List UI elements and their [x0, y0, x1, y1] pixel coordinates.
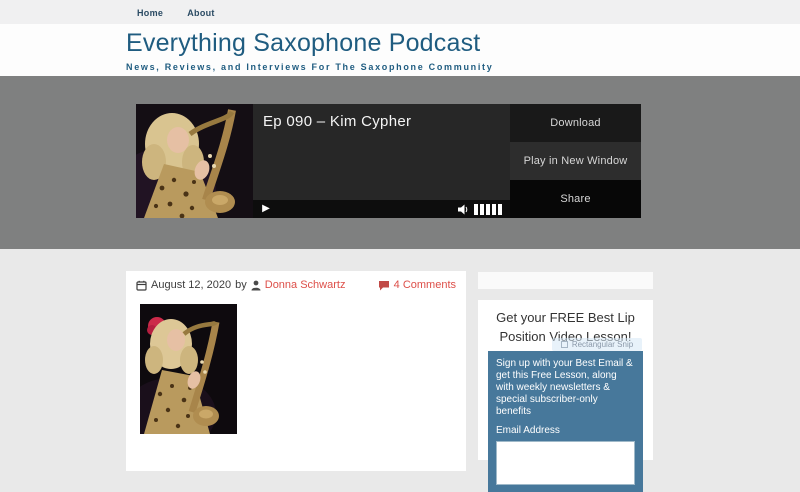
- episode-thumbnail-image: [136, 104, 253, 218]
- person-icon: [251, 280, 261, 291]
- optin-form: Sign up with your Best Email & get this …: [488, 351, 643, 492]
- optin-description: Sign up with your Best Email & get this …: [496, 358, 635, 418]
- post-by-text: by: [235, 279, 247, 291]
- share-button[interactable]: Share: [510, 180, 641, 218]
- play-button[interactable]: ▶: [259, 204, 273, 214]
- play-in-new-window-button[interactable]: Play in New Window: [510, 142, 641, 180]
- volume-bar: [492, 204, 496, 215]
- site-title[interactable]: Everything Saxophone Podcast: [126, 29, 800, 58]
- email-input[interactable]: [496, 441, 635, 485]
- volume-bar: [474, 204, 478, 215]
- post-meta-row: August 12, 2020 by Donna Schwartz 4 Comm…: [126, 271, 466, 291]
- player-action-buttons: Download Play in New Window Share: [510, 104, 641, 218]
- hero-banner: Ep 090 – Kim Cypher ▶ Download Pla: [0, 76, 800, 249]
- player-center-panel: Ep 090 – Kim Cypher ▶: [253, 104, 510, 218]
- main-nav: Home About: [137, 3, 215, 21]
- post-meta-comments: 4 Comments: [378, 279, 456, 291]
- comments-link[interactable]: 4 Comments: [394, 279, 456, 291]
- post-date: August 12, 2020: [151, 279, 231, 291]
- volume-control[interactable]: [458, 204, 502, 215]
- speaker-icon: [458, 204, 469, 215]
- download-button[interactable]: Download: [510, 104, 641, 142]
- optin-card: Get your FREE Best Lip Position Video Le…: [478, 300, 653, 460]
- post-featured-image: [140, 304, 237, 434]
- optin-heading: Get your FREE Best Lip Position Video Le…: [491, 309, 640, 347]
- volume-bar: [498, 204, 502, 215]
- sidebar-widget-placeholder: [478, 272, 653, 289]
- episode-title: Ep 090 – Kim Cypher: [253, 104, 510, 130]
- post-card: August 12, 2020 by Donna Schwartz 4 Comm…: [126, 271, 466, 471]
- podcast-player: Ep 090 – Kim Cypher ▶ Download Pla: [136, 104, 641, 218]
- nav-link-about[interactable]: About: [187, 8, 215, 18]
- calendar-icon: [136, 280, 147, 291]
- author-link[interactable]: Donna Schwartz: [265, 279, 346, 291]
- nav-item-home[interactable]: Home: [137, 3, 163, 21]
- site-tagline: News, Reviews, and Interviews For The Sa…: [126, 62, 800, 72]
- post-meta-left: August 12, 2020 by Donna Schwartz: [136, 279, 345, 291]
- volume-bar: [480, 204, 484, 215]
- volume-bar: [486, 204, 490, 215]
- saxophonist-photo-small: [136, 104, 253, 218]
- nav-link-home[interactable]: Home: [137, 8, 163, 18]
- player-controls: ▶: [253, 200, 510, 218]
- site-header: Everything Saxophone Podcast News, Revie…: [0, 24, 800, 76]
- speech-bubble-icon: [378, 280, 390, 291]
- top-nav-bar: Home About: [0, 0, 800, 24]
- nav-item-about[interactable]: About: [187, 3, 215, 21]
- email-label: Email Address: [496, 425, 635, 436]
